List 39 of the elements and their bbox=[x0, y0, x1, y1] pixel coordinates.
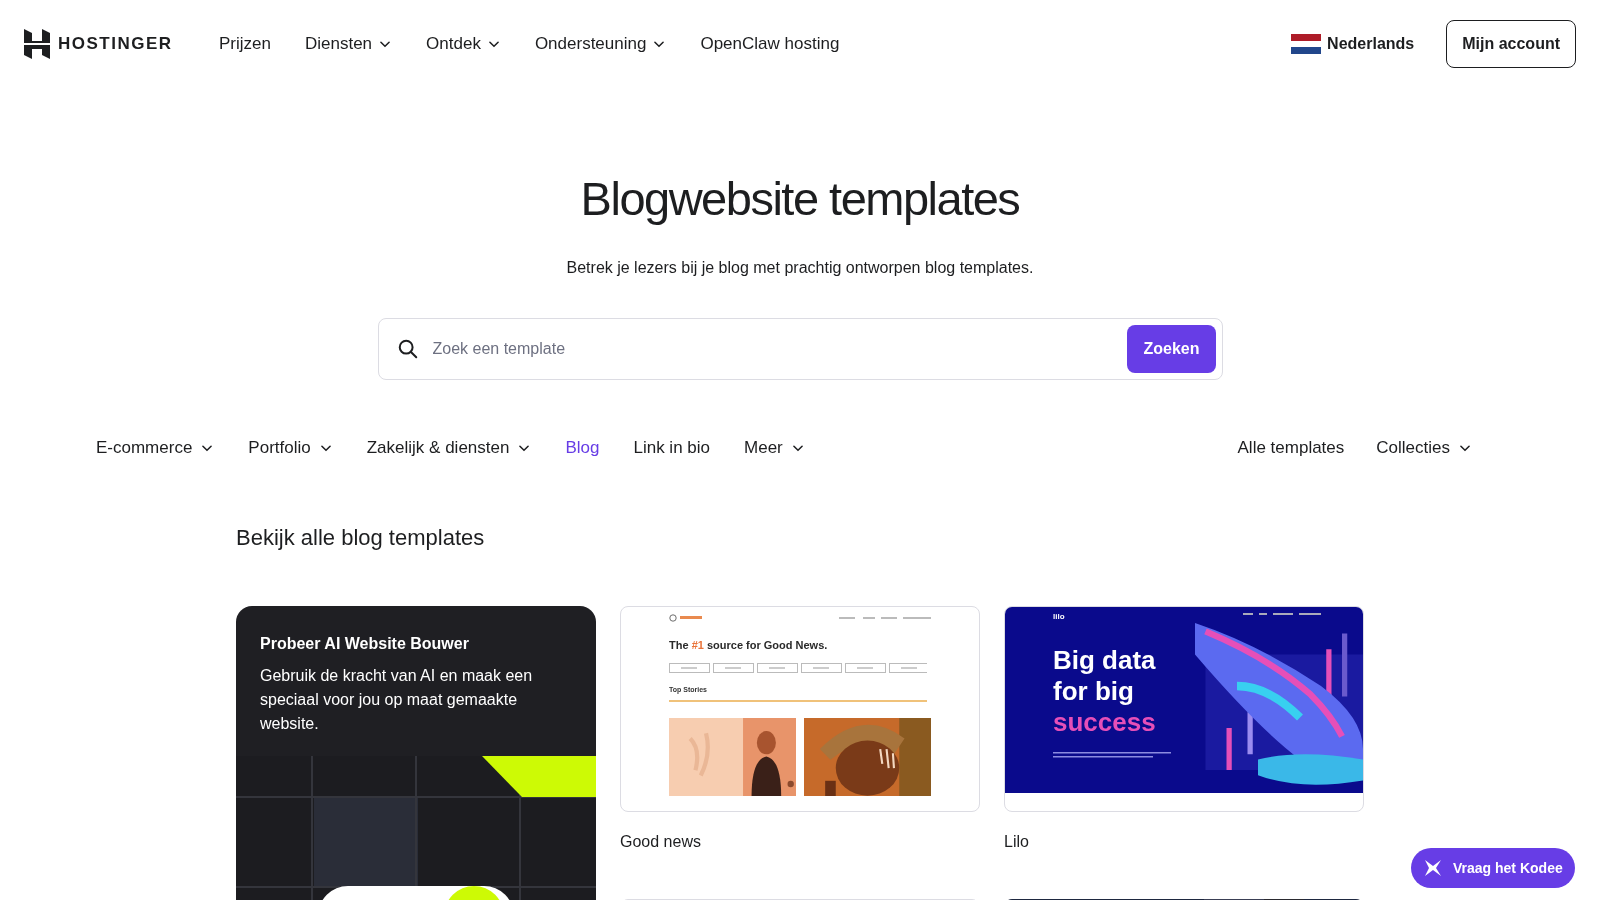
nav-link[interactable]: OpenClaw hosting bbox=[700, 31, 840, 57]
search-icon bbox=[396, 338, 419, 360]
template-logo: lilo bbox=[1053, 610, 1066, 623]
sparkle-icon bbox=[1423, 858, 1443, 878]
category-tab[interactable]: Portfolio bbox=[248, 435, 333, 461]
nav-link[interactable]: Prijzen bbox=[219, 31, 271, 57]
search-field[interactable]: Zoek een template Zoeken bbox=[377, 318, 1223, 380]
chat-button[interactable]: Vraag het Kodee bbox=[1411, 848, 1575, 888]
category-tab[interactable]: Link in bio bbox=[633, 435, 710, 461]
language-selector[interactable]: Nederlands bbox=[1291, 32, 1415, 56]
account-button[interactable]: Mijn account bbox=[1446, 20, 1576, 68]
page-subtitle: Betrek je lezers bij je blog met prachtig ontworpen blog templates. bbox=[566, 258, 1034, 278]
promo-title: Probeer AI Website Bouwer bbox=[260, 633, 470, 654]
promo-card[interactable]: Probeer AI Website Bouwer Gebruik de kracht van AI en maak een speciaal voor jou op maat gemaakte website. bbox=[236, 605, 596, 900]
template-headline: Big data bbox=[1053, 644, 1157, 676]
section-title: Bekijk alle blog templates bbox=[236, 523, 486, 552]
brand-name: HOSTINGER bbox=[58, 33, 173, 56]
flag-icon bbox=[1291, 34, 1322, 54]
template-name: Good news bbox=[620, 831, 702, 852]
search-button[interactable]: Zoeken bbox=[1127, 325, 1216, 373]
category-tab[interactable]: Zakelijk & diensten bbox=[366, 435, 532, 461]
category-tab[interactable]: E-commerce bbox=[96, 435, 215, 461]
logo-icon[interactable] bbox=[24, 29, 50, 59]
category-tab[interactable]: Meer bbox=[744, 435, 805, 461]
nav-link[interactable]: Ondersteuning bbox=[534, 31, 667, 57]
template-headline: for big bbox=[1053, 675, 1135, 707]
logo-icon bbox=[669, 613, 677, 622]
template-headline: success bbox=[1053, 706, 1157, 738]
filter-link[interactable]: Alle templates bbox=[1237, 435, 1345, 461]
filter-link[interactable]: Collecties bbox=[1376, 435, 1472, 461]
promo-text: Gebruik de kracht van AI en maak een speciaal voor jou op maat gemaakte website. bbox=[260, 665, 534, 734]
nav-link[interactable]: Diensten bbox=[304, 31, 393, 57]
template-name: Lilo bbox=[1004, 831, 1030, 852]
page-title: Blogwebsite templates bbox=[580, 171, 1020, 227]
template-thumbnail[interactable]: lilo Big data for big success bbox=[1004, 605, 1364, 812]
logo-drawing bbox=[680, 616, 702, 619]
nav-link[interactable]: Ontdek bbox=[426, 31, 501, 57]
template-headline: The #1 source for Good News. bbox=[669, 637, 829, 653]
category-tab[interactable]: Blog bbox=[565, 435, 600, 461]
